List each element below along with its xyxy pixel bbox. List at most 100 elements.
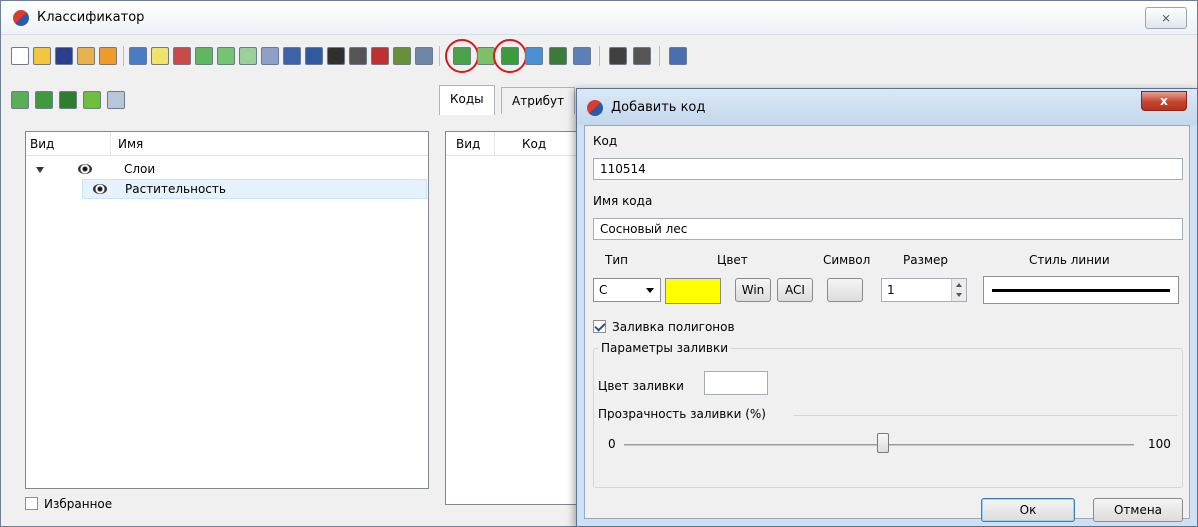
- win-color-button[interactable]: Win: [735, 278, 771, 302]
- layer-check-icon[interactable]: [83, 91, 101, 109]
- dialog-title-bar: Добавить код x: [577, 89, 1197, 125]
- chevron-down-icon: [646, 288, 654, 293]
- dialog-close-button[interactable]: x: [1141, 91, 1187, 111]
- tab-codes[interactable]: Коды: [439, 85, 495, 115]
- open-folder-icon[interactable]: [33, 47, 51, 65]
- dialog-body: Код 110514 Имя кода Сосновый лес Тип Цве…: [584, 125, 1190, 522]
- column-header-code[interactable]: Код: [522, 137, 546, 151]
- type-select[interactable]: C: [593, 278, 661, 302]
- tree-move-icon[interactable]: [239, 47, 257, 65]
- code-label: Код: [593, 134, 618, 148]
- main-toolbar: [11, 39, 1191, 73]
- z-sort-icon[interactable]: [393, 47, 411, 65]
- table-yellow-icon[interactable]: [151, 47, 169, 65]
- checkbox-box[interactable]: [25, 497, 38, 510]
- search-next-icon[interactable]: [633, 47, 651, 65]
- table-red-icon[interactable]: [173, 47, 191, 65]
- tree-edit-icon[interactable]: [261, 47, 279, 65]
- tab-attributes[interactable]: Атрибут: [501, 87, 576, 114]
- layers-tree[interactable]: Вид Имя Слои Растительность: [25, 131, 429, 489]
- search-binoculars-icon[interactable]: [609, 47, 627, 65]
- transparency-label: Прозрачность заливки (%): [598, 407, 766, 421]
- delete-layer-icon[interactable]: [107, 91, 125, 109]
- column-header-view[interactable]: Вид: [456, 137, 480, 151]
- highlight-circle: [493, 39, 527, 73]
- fill-params-title: Параметры заливки: [598, 341, 732, 355]
- symbol-label: Символ: [823, 253, 871, 267]
- color-swatch[interactable]: [665, 278, 721, 304]
- copy-layer-icon[interactable]: [59, 91, 77, 109]
- line-style-label: Стиль линии: [1029, 253, 1110, 267]
- type-select-value: C: [599, 283, 608, 297]
- cancel-button[interactable]: Отмена: [1093, 498, 1183, 522]
- codes-table[interactable]: Вид Код: [445, 131, 585, 505]
- ok-button[interactable]: Ок: [981, 498, 1075, 522]
- dialog-title: Добавить код: [611, 100, 706, 115]
- line-style-preview: [992, 289, 1170, 292]
- edit-layer-icon[interactable]: [35, 91, 53, 109]
- properties-icon[interactable]: [669, 47, 687, 65]
- table-icon[interactable]: [129, 47, 147, 65]
- column-header-name[interactable]: Имя: [118, 137, 143, 151]
- label-icon[interactable]: [327, 47, 345, 65]
- fill-color-label: Цвет заливки: [598, 379, 684, 393]
- export-icon[interactable]: [99, 47, 117, 65]
- size-value: 1: [887, 283, 895, 297]
- line-style-select[interactable]: [983, 276, 1179, 304]
- size-label: Размер: [903, 253, 949, 267]
- mtl-icon[interactable]: [573, 47, 591, 65]
- code-name-label: Имя кода: [593, 194, 653, 208]
- toolbar-separator: [659, 46, 660, 66]
- list-icon[interactable]: [305, 47, 323, 65]
- code-input[interactable]: 110514: [593, 158, 1183, 180]
- toolbar-separator: [599, 46, 600, 66]
- highlight-circle: [445, 39, 479, 73]
- copy-code-icon[interactable]: [525, 47, 543, 65]
- fill-polygons-checkbox[interactable]: Заливка полигонов: [593, 320, 735, 334]
- visibility-eye-icon[interactable]: [93, 184, 107, 194]
- tree-header: Вид Имя: [26, 132, 428, 156]
- favorites-checkbox[interactable]: Избранное: [25, 497, 112, 511]
- group-line: [794, 415, 1178, 416]
- symbol-button[interactable]: [827, 278, 863, 302]
- slider-max-label: 100: [1148, 437, 1171, 451]
- column-divider: [494, 132, 495, 156]
- expand-arrow-icon[interactable]: [36, 167, 44, 173]
- spinner-arrows-icon[interactable]: [951, 279, 966, 301]
- transparency-slider-thumb[interactable]: [877, 433, 889, 453]
- code-name-input[interactable]: Сосновый лес: [593, 218, 1183, 240]
- toolbar-separator: [123, 46, 124, 66]
- hierarchy-icon[interactable]: [415, 47, 433, 65]
- codes-table-header: Вид Код: [446, 132, 584, 156]
- checkbox-checked-icon[interactable]: [593, 320, 606, 333]
- title-bar: Классификатор ⨯: [1, 1, 1197, 35]
- tree-green-icon[interactable]: [195, 47, 213, 65]
- grid-icon[interactable]: [283, 47, 301, 65]
- visibility-eye-icon[interactable]: [78, 164, 92, 174]
- new-file-icon[interactable]: [11, 47, 29, 65]
- layer-toolbar: [11, 87, 251, 113]
- z-icon[interactable]: [371, 47, 389, 65]
- toolbar-separator: [439, 46, 440, 66]
- add-layer-icon[interactable]: [11, 91, 29, 109]
- favorites-label: Избранное: [44, 497, 113, 511]
- window-title: Классификатор: [37, 10, 145, 25]
- column-header-view[interactable]: Вид: [30, 137, 54, 151]
- size-spinner[interactable]: 1: [881, 278, 967, 302]
- delete-code-icon[interactable]: [549, 47, 567, 65]
- fill-color-box[interactable]: [704, 371, 768, 395]
- label-table-icon[interactable]: [349, 47, 367, 65]
- add-code-dialog: Добавить код x Код 110514 Имя кода Сосно…: [576, 88, 1198, 527]
- tree-add-icon[interactable]: [217, 47, 235, 65]
- tree-row-layers[interactable]: Слои: [26, 160, 426, 180]
- window-close-button[interactable]: ⨯: [1145, 7, 1187, 29]
- tree-item-label: Растительность: [125, 182, 226, 196]
- fill-polygons-label: Заливка полигонов: [612, 320, 735, 334]
- type-label: Тип: [605, 253, 628, 267]
- tree-item-label: Слои: [124, 162, 156, 176]
- slider-min-label: 0: [608, 437, 616, 451]
- aci-color-button[interactable]: ACI: [777, 278, 813, 302]
- import-icon[interactable]: [77, 47, 95, 65]
- save-icon[interactable]: [55, 47, 73, 65]
- tree-row-vegetation[interactable]: Растительность: [82, 179, 427, 199]
